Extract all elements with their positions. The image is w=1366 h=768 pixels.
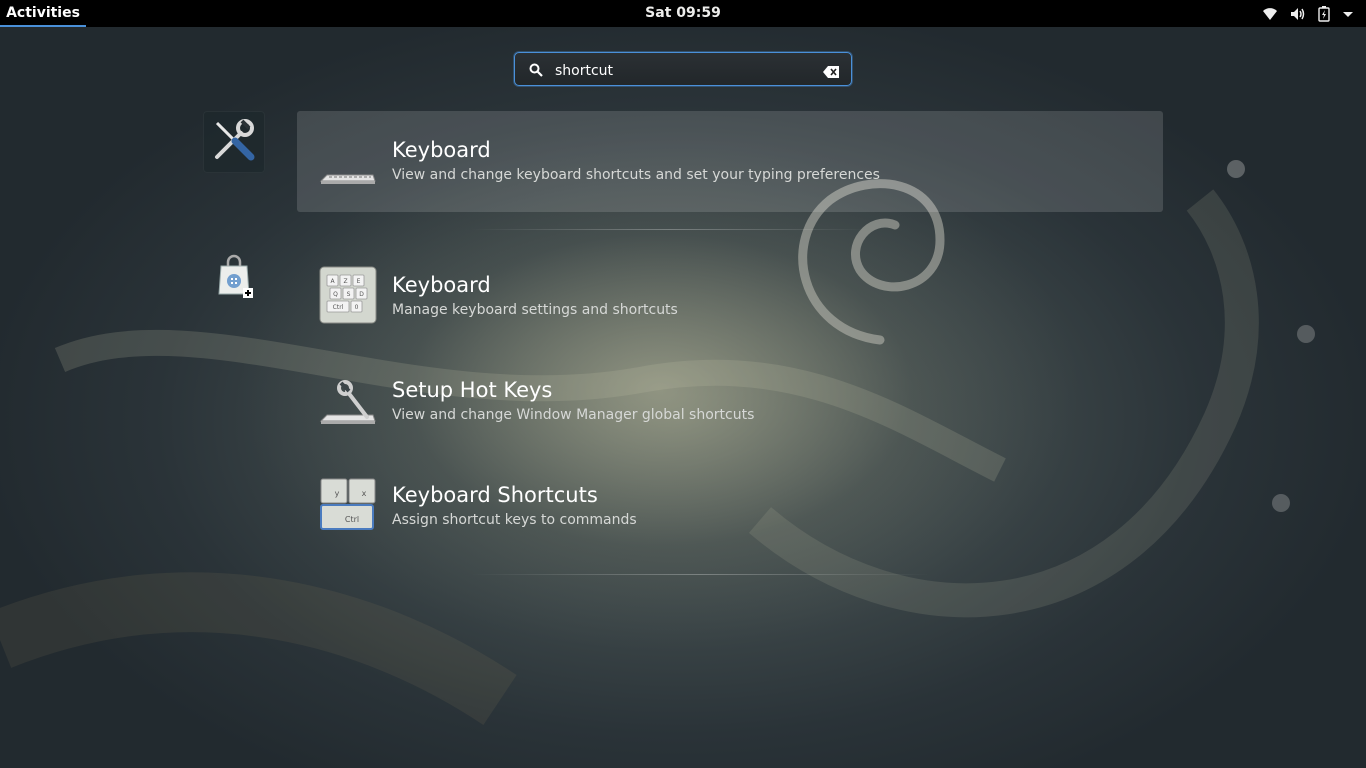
search-icon [529,62,543,81]
svg-text:Ctrl: Ctrl [333,304,344,311]
result-keyboard[interactable]: A Z E Q S D Ctrl 0 Keyboard Manage keybo… [297,246,1163,347]
keyboard-keys-icon: A Z E Q S D Ctrl 0 [319,266,377,324]
keyboard-icon [319,131,377,189]
svg-text:x: x [362,489,367,498]
svg-text:Z: Z [343,278,347,285]
tools-icon [211,117,257,167]
result-title: Setup Hot Keys [392,378,553,402]
svg-text:y: y [335,489,340,498]
battery-icon [1318,5,1330,22]
activities-button[interactable]: Activities [0,0,86,27]
result-description: Manage keyboard settings and shortcuts [392,302,678,318]
result-setup-hot-keys[interactable]: Setup Hot Keys View and change Window Ma… [297,351,1163,452]
svg-text:D: D [359,291,364,298]
wifi-icon [1262,7,1278,21]
chevron-down-icon [1342,9,1354,19]
result-title: Keyboard [392,138,491,162]
clock[interactable]: Sat 09:59 [645,0,721,27]
search-bar[interactable] [514,52,852,86]
result-title: Keyboard Shortcuts [392,483,598,507]
result-keyboard-settings[interactable]: Keyboard View and change keyboard shortc… [297,111,1163,212]
status-area[interactable] [1262,0,1354,27]
svg-text:Ctrl: Ctrl [345,515,359,524]
svg-text:Q: Q [333,291,338,298]
keyboard-shortcuts-icon: y x Ctrl [319,476,377,534]
section-separator [470,574,930,575]
software-provider[interactable] [203,246,265,308]
result-description: View and change Window Manager global sh… [392,407,755,423]
svg-text:S: S [347,291,351,298]
clear-icon[interactable] [823,63,839,82]
result-keyboard-shortcuts[interactable]: y x Ctrl Keyboard Shortcuts Assign short… [297,456,1163,557]
result-title: Keyboard [392,273,491,297]
volume-icon [1290,7,1306,21]
svg-text:E: E [357,278,361,285]
section-separator [470,229,870,230]
result-description: View and change keyboard shortcuts and s… [392,167,880,183]
software-bag-icon [211,252,257,302]
result-description: Assign shortcut keys to commands [392,512,637,528]
hotkeys-icon [319,371,377,429]
svg-text:0: 0 [355,304,359,311]
top-bar: Activities Sat 09:59 [0,0,1366,27]
settings-provider[interactable] [203,111,265,173]
search-input[interactable] [553,59,817,83]
